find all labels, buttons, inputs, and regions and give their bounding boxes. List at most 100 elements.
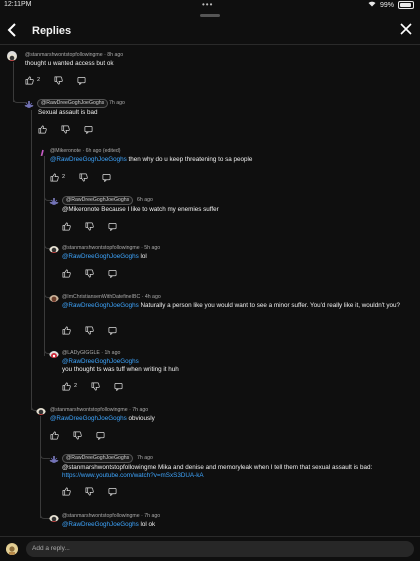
comment-actions: 2 (25, 75, 100, 85)
comment-author[interactable]: @stanmarshwontstopfollowingme (25, 52, 103, 58)
reply-button[interactable] (102, 173, 111, 182)
comment-author[interactable]: @stanmarshwontstopfollowingme (62, 245, 140, 251)
avatar[interactable] (7, 51, 17, 61)
mention-link[interactable]: @RawDreeGoghJoeGoghs (62, 521, 139, 528)
mention-link[interactable]: @RawDreeGoghJoeGoghs (62, 358, 139, 365)
avatar[interactable] (49, 195, 59, 205)
dislike-button[interactable] (85, 222, 94, 231)
reply-icon (77, 76, 86, 85)
like-count: 2 (62, 174, 66, 180)
like-icon (62, 487, 71, 495)
like-button[interactable] (62, 222, 71, 231)
dislike-button[interactable] (85, 326, 94, 335)
comment-age: 6h ago (137, 197, 153, 203)
like-button[interactable] (62, 326, 71, 335)
avatar[interactable] (49, 348, 59, 358)
battery-percent: 99% (379, 1, 394, 9)
comment-author[interactable]: @stanmarshwontstopfollowingme (50, 407, 128, 413)
reply-button[interactable] (108, 269, 117, 278)
reply-input[interactable]: Add a reply... (26, 541, 414, 557)
mention-link[interactable]: @RawDreeGoghJoeGoghs (62, 302, 139, 309)
dislike-icon (85, 222, 94, 230)
like-button[interactable] (62, 487, 71, 496)
avatar[interactable] (49, 453, 59, 463)
avatar[interactable] (37, 146, 47, 156)
like-button[interactable] (62, 269, 71, 278)
dislike-button[interactable] (91, 382, 100, 391)
battery-icon (398, 1, 414, 9)
reply-button[interactable] (108, 326, 117, 335)
reply-button[interactable] (108, 222, 117, 231)
comment-author[interactable]: @Mikeronote (50, 148, 81, 154)
reply-icon (108, 222, 117, 231)
comment-text: @stanmarshwontstopfollowingme Mika and d… (62, 464, 373, 479)
dislike-icon (85, 487, 94, 495)
reply-button[interactable] (114, 382, 123, 391)
reply-button[interactable] (77, 76, 86, 85)
comment-age: 8h ago (107, 52, 124, 58)
dislike-button[interactable] (85, 487, 94, 496)
mention-link[interactable]: @RawDreeGoghJoeGoghs (62, 253, 139, 260)
avatar[interactable] (49, 292, 59, 302)
comment-age: 7h ago (144, 513, 161, 519)
comment-age: 7h ago (137, 455, 153, 461)
comment-age: 5h ago (144, 245, 161, 251)
multitask-dots-icon[interactable]: ••• (202, 0, 213, 9)
avatar[interactable] (49, 512, 59, 522)
dislike-button[interactable] (61, 125, 70, 134)
reply-icon (108, 269, 117, 278)
like-button[interactable]: 2 (25, 76, 40, 85)
comment-author[interactable]: @ImChristiansenWithDatefineIBC (62, 294, 140, 300)
page-title: Replies (32, 25, 72, 37)
comment-author[interactable]: @RawDreeGoghJoeGoghs (62, 196, 134, 205)
like-icon (62, 326, 71, 334)
comment-author[interactable]: @RawDreeGoghJoeGoghs (62, 454, 134, 463)
youtube-link[interactable]: https://www.youtube.com/watch?v=mSxS3DUA… (62, 472, 204, 479)
like-icon (50, 173, 59, 181)
reply-icon (102, 173, 111, 182)
comment-age: 1h ago (104, 350, 121, 356)
comment-text: @RawDreeGoghJoeGoghs lol ok (62, 521, 156, 528)
like-icon (25, 76, 34, 84)
like-count: 2 (37, 77, 41, 83)
like-button[interactable] (38, 125, 47, 134)
dislike-icon (91, 382, 100, 390)
reply-button[interactable] (108, 487, 117, 496)
comment-actions (62, 221, 131, 231)
header-divider (0, 44, 420, 45)
like-button[interactable] (50, 431, 59, 440)
like-icon (62, 382, 71, 390)
reply-button[interactable] (84, 125, 93, 134)
dislike-button[interactable] (54, 76, 63, 85)
dislike-icon (61, 125, 70, 133)
back-arrow-icon[interactable] (6, 23, 20, 39)
comment-age: 7h ago (132, 407, 149, 413)
comment-text: @RawDreeGoghJoeGoghs obviously (50, 415, 155, 422)
comment-actions: 2 (50, 172, 125, 182)
avatar[interactable] (36, 405, 46, 415)
comment-author[interactable]: @RawDreeGoghJoeGoghs (37, 99, 109, 108)
dislike-button[interactable] (73, 431, 82, 440)
dislike-button[interactable] (85, 269, 94, 278)
like-button[interactable]: 2 (62, 382, 77, 391)
comment-author[interactable]: @stanmarshwontstopfollowingme (62, 513, 140, 519)
reply-button[interactable] (96, 431, 105, 440)
thread-line (40, 416, 41, 518)
comment-author[interactable]: @LADyGIGGLE (62, 350, 100, 356)
avatar[interactable] (24, 98, 34, 108)
mention-link[interactable]: @RawDreeGoghJoeGoghs (50, 415, 127, 422)
dislike-icon (54, 76, 63, 84)
mention-link[interactable]: @RawDreeGoghJoeGoghs (50, 156, 127, 163)
comment-text: @RawDreeGoghJoeGoghs lol (62, 253, 147, 260)
dislike-button[interactable] (79, 173, 88, 182)
comment-actions: 2 (62, 381, 137, 391)
close-icon[interactable] (400, 22, 412, 39)
sheet-drag-handle[interactable] (200, 14, 220, 17)
clock: 12:11PM (4, 1, 32, 8)
avatar[interactable] (49, 243, 59, 253)
thread-line (31, 110, 32, 410)
like-button[interactable]: 2 (50, 173, 65, 182)
comment-actions (62, 268, 131, 278)
like-icon (38, 125, 47, 133)
replies-header: Replies (0, 20, 420, 44)
